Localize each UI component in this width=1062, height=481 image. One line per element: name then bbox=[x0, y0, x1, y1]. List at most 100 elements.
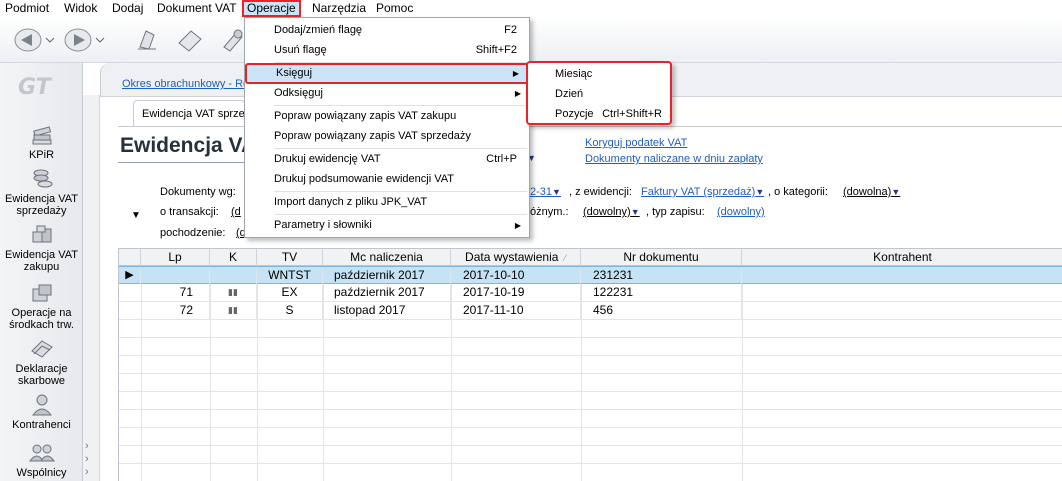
page-title: Ewidencja VAT bbox=[120, 134, 246, 157]
menu-dokument-vat[interactable]: Dokument VAT bbox=[154, 0, 240, 17]
collapse-filters-icon[interactable]: ▼ bbox=[131, 210, 141, 221]
cell-tv: WNTST bbox=[257, 267, 323, 284]
book-icon: ▮▮ bbox=[210, 302, 257, 319]
cell-k bbox=[210, 267, 257, 284]
o-transakcji-dropdown[interactable]: (d bbox=[231, 206, 241, 218]
cell-data: 2017-10-10 bbox=[451, 267, 581, 284]
book-icon: ▮▮ bbox=[210, 284, 257, 301]
table-row-empty bbox=[119, 392, 1062, 410]
eraser-icon[interactable] bbox=[175, 25, 205, 55]
grid-header: Lp K TV Mc naliczenia Data wystawienia ⁄ … bbox=[119, 249, 1062, 266]
cell-tv: S bbox=[257, 302, 323, 319]
menu-item-parametry[interactable]: Parametry i słowniki ▶ bbox=[245, 215, 529, 236]
table-row-empty bbox=[119, 374, 1062, 392]
col-nr-dokumentu[interactable]: Nr dokumentu bbox=[581, 249, 742, 266]
table-row[interactable]: ▶ WNTST październik 2017 2017-10-10 2312… bbox=[119, 266, 1062, 284]
koryguj-podatek-vat-link[interactable]: Koryguj podatek VAT bbox=[585, 137, 687, 149]
forward-icon[interactable] bbox=[62, 25, 106, 55]
menu-dodaj[interactable]: Dodaj bbox=[109, 0, 146, 17]
left-navigation: GT KPiR Ewidencja VAT sprzedaży Ewidencj… bbox=[0, 63, 83, 481]
cell-nr: 122231 bbox=[581, 284, 742, 301]
col-data-wystawienia[interactable]: Data wystawienia ⁄ bbox=[451, 249, 581, 266]
cell-kontrahent bbox=[742, 302, 1062, 319]
table-row-empty bbox=[119, 356, 1062, 374]
o-transakcji-label: o transakcji: bbox=[160, 206, 219, 218]
grid-header-indicator bbox=[119, 249, 141, 266]
menu-item-popraw-zakupu[interactable]: Popraw powiązany zapis VAT zakupu bbox=[245, 106, 529, 127]
cell-tv: EX bbox=[257, 284, 323, 301]
nav-operacje-na-srodkach[interactable]: Operacje na środkach trw. bbox=[0, 281, 83, 331]
table-row-empty bbox=[119, 428, 1062, 446]
chevron-right-icon[interactable]: › bbox=[85, 440, 89, 452]
menu-narzedzia[interactable]: Narzędzia bbox=[309, 0, 369, 17]
typ-zapisu-dropdown[interactable]: (dowolny) bbox=[717, 206, 765, 218]
menu-item-usun-flage[interactable]: Usuń flagę Shift+F2 bbox=[245, 40, 529, 61]
nav-wspolnicy[interactable]: Wspólnicy bbox=[0, 441, 83, 479]
tab-ewidencja-vat-sprzedazy[interactable]: Ewidencja VAT sprzedaży bbox=[133, 100, 245, 126]
app-logo: GT bbox=[14, 73, 68, 100]
menu-widok[interactable]: Widok bbox=[61, 0, 100, 17]
cell-mc: październik 2017 bbox=[323, 267, 451, 284]
fixed-assets-icon bbox=[32, 284, 51, 302]
roznym-label: óżnym.: bbox=[530, 206, 569, 218]
title-underline bbox=[118, 162, 248, 163]
menu-item-odksieguj[interactable]: Odksięguj ▶ bbox=[245, 83, 529, 104]
dokumenty-naliczane-link[interactable]: Dokumenty naliczane w dniu zapłaty bbox=[585, 153, 763, 165]
table-row-empty bbox=[119, 446, 1062, 464]
table-row-empty bbox=[119, 338, 1062, 356]
submenu-item-miesiac[interactable]: Miesiąc bbox=[528, 64, 670, 84]
cell-nr: 456 bbox=[581, 302, 742, 319]
menu-item-ksieguj[interactable]: Księguj ▶ bbox=[245, 63, 529, 84]
date-to-filter[interactable]: 2-31▼ bbox=[530, 186, 561, 198]
back-icon[interactable] bbox=[12, 25, 56, 55]
row-pointer-icon: ▶ bbox=[119, 267, 141, 284]
declarations-icon bbox=[30, 340, 53, 358]
menu-operacje[interactable]: Operacje bbox=[242, 0, 301, 17]
cell-mc: listopad 2017 bbox=[323, 302, 451, 319]
nav-kpir[interactable]: KPiR bbox=[0, 123, 83, 161]
submenu-arrow-icon: ▶ bbox=[514, 221, 521, 230]
dokumenty-wg-label: Dokumenty wg: bbox=[160, 186, 236, 198]
chevron-right-icon[interactable]: › bbox=[85, 453, 89, 465]
okres-obrachunkowy-link[interactable]: Okres obrachunkowy - Ro bbox=[122, 78, 249, 90]
coins-icon bbox=[33, 169, 52, 188]
table-row[interactable]: 72 ▮▮ S listopad 2017 2017-11-10 456 bbox=[119, 302, 1062, 320]
menu-pomoc[interactable]: Pomoc bbox=[373, 0, 416, 17]
nav-kontrahenci[interactable]: Kontrahenci bbox=[0, 393, 83, 431]
o-kategorii-label: , o kategorii: bbox=[768, 186, 828, 198]
nav-ewidencja-vat-zakupu[interactable]: Ewidencja VAT zakupu bbox=[0, 223, 83, 273]
col-mc-naliczenia[interactable]: Mc naliczenia bbox=[323, 249, 451, 266]
menu-podmiot[interactable]: Podmiot bbox=[2, 0, 52, 17]
cell-mc: październik 2017 bbox=[323, 284, 451, 301]
menu-item-import-jpk[interactable]: Import danych z pliku JPK_VAT bbox=[245, 192, 529, 213]
table-row[interactable]: 71 ▮▮ EX październik 2017 2017-10-19 122… bbox=[119, 284, 1062, 302]
z-ewidencji-label: , z ewidencji: bbox=[569, 186, 632, 198]
clean-icon[interactable] bbox=[132, 25, 162, 55]
nav-ewidencja-vat-sprzedazy[interactable]: Ewidencja VAT sprzedaży bbox=[0, 167, 83, 217]
submenu-item-pozycje[interactable]: Pozycje Ctrl+Shift+R bbox=[528, 104, 670, 124]
cell-lp: 71 bbox=[141, 284, 210, 301]
o-kategorii-dropdown[interactable]: (dowolna)▼ bbox=[843, 186, 900, 198]
ksieguj-submenu: Miesiąc Dzień Pozycje Ctrl+Shift+R bbox=[526, 61, 672, 125]
col-tv[interactable]: TV bbox=[257, 249, 323, 266]
toolbar bbox=[0, 17, 1062, 63]
submenu-item-dzien[interactable]: Dzień bbox=[528, 84, 670, 104]
menu-item-drukuj-ewidencje[interactable]: Drukuj ewidencję VAT Ctrl+P bbox=[245, 149, 529, 170]
roznym-dropdown[interactable]: (dowolny)▼ bbox=[583, 206, 640, 218]
col-k[interactable]: K bbox=[210, 249, 257, 266]
cell-data: 2017-10-19 bbox=[451, 284, 581, 301]
chevron-right-icon[interactable]: › bbox=[85, 466, 89, 478]
person-icon bbox=[31, 394, 52, 416]
cell-lp bbox=[141, 267, 210, 284]
menu-item-popraw-sprzedazy[interactable]: Popraw powiązany zapis VAT sprzedaży bbox=[245, 126, 529, 147]
nav-scroll-strip[interactable]: › › › bbox=[83, 95, 100, 481]
boxes-icon bbox=[32, 225, 51, 243]
menu-item-drukuj-podsumowanie[interactable]: Drukuj podsumowanie ewidencji VAT bbox=[245, 169, 529, 190]
z-ewidencji-dropdown[interactable]: Faktury VAT (sprzedaż)▼ bbox=[641, 186, 764, 198]
menu-bar: Podmiot Widok Dodaj Dokument VAT Operacj… bbox=[0, 0, 1062, 17]
col-lp[interactable]: Lp bbox=[141, 249, 210, 266]
col-kontrahent[interactable]: Kontrahent bbox=[742, 249, 1062, 266]
cell-data: 2017-11-10 bbox=[451, 302, 581, 319]
menu-item-dodaj-zmien-flage[interactable]: Dodaj/zmień flagę F2 bbox=[245, 20, 529, 41]
nav-deklaracje-skarbowe[interactable]: Deklaracje skarbowe bbox=[0, 337, 83, 387]
